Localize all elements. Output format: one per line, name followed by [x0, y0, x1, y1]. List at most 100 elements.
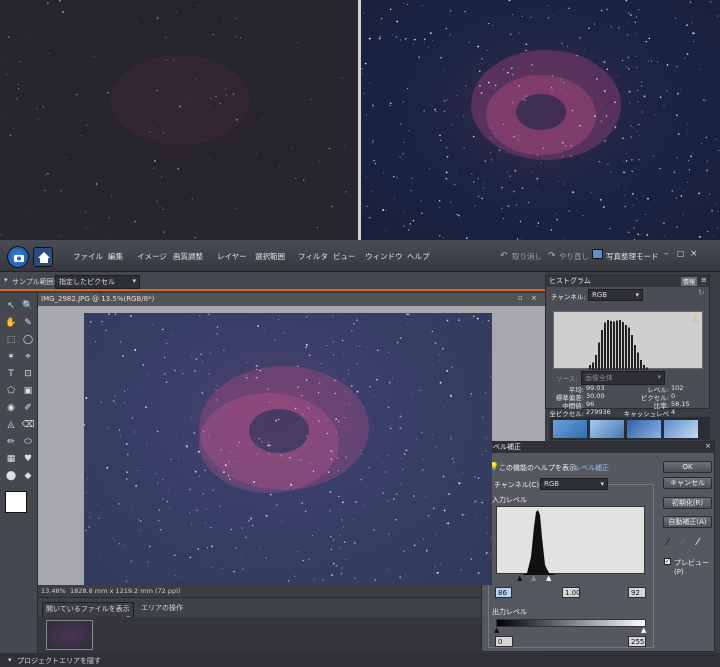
tool-icon[interactable]: ✎ — [21, 316, 35, 330]
tool-icon[interactable]: ⬭ — [21, 435, 35, 449]
doc-close-icon[interactable]: × — [531, 294, 537, 302]
tool-icon[interactable]: ✶ — [4, 350, 18, 364]
input-black-field[interactable]: 86 — [495, 587, 512, 598]
star — [485, 532, 488, 534]
menu-image[interactable]: イメージ — [137, 251, 167, 262]
tool-icon[interactable]: ✏ — [4, 435, 18, 449]
tool-icon[interactable]: ✋ — [4, 316, 18, 330]
tool-icon[interactable]: ◯ — [21, 333, 35, 347]
ok-button[interactable]: OK — [663, 461, 712, 473]
star — [440, 56, 442, 59]
auto-button[interactable]: 自動補正(A) — [663, 516, 712, 528]
tool-icon[interactable]: T — [4, 367, 18, 381]
menu-window[interactable]: ウィンドウ — [365, 251, 403, 262]
thumbnail[interactable] — [590, 420, 624, 438]
star — [502, 123, 504, 126]
area-actions-menu[interactable]: エリアの操作 — [141, 603, 183, 613]
tool-icon[interactable]: ⌖ — [21, 350, 35, 364]
input-gamma-field[interactable]: 1.00 — [562, 587, 581, 598]
cancel-button[interactable]: キャンセル — [663, 477, 712, 489]
star — [395, 493, 398, 495]
star — [447, 522, 450, 525]
camera-app-icon[interactable] — [7, 246, 29, 268]
panel-menu-icon[interactable]: ≡ — [701, 276, 707, 284]
organizer-button[interactable]: 写真整理モード — [606, 251, 659, 262]
collapse-icon[interactable]: ▾ — [8, 656, 12, 664]
tool-icon[interactable]: ▣ — [21, 384, 35, 398]
menu-enhance[interactable]: 画質調整 — [173, 251, 203, 262]
close-icon[interactable]: × — [690, 249, 698, 259]
redo-icon[interactable]: ↷ — [548, 251, 556, 261]
tool-icon[interactable]: ⬠ — [4, 384, 18, 398]
undo-button[interactable]: 取り消し — [512, 251, 542, 262]
source-dropdown[interactable]: 画像全体 ▾ — [581, 371, 665, 385]
thumbnail[interactable] — [664, 420, 698, 438]
white-eyedropper-icon[interactable]: ⁄ — [697, 537, 699, 548]
star — [621, 60, 624, 62]
minimize-icon[interactable]: – — [664, 249, 669, 259]
output-black-field[interactable]: 0 — [495, 636, 513, 647]
star — [536, 154, 539, 156]
tool-icon[interactable]: ♥ — [21, 452, 35, 466]
star — [146, 444, 148, 446]
thumbnail[interactable] — [553, 420, 587, 438]
hide-project-area-button[interactable]: プロジェクトエリアを隠す — [17, 656, 101, 666]
levels-channel-dropdown[interactable]: RGB ▾ — [540, 478, 608, 490]
menu-select[interactable]: 選択範囲 — [255, 251, 285, 262]
undo-icon[interactable]: ↶ — [500, 251, 508, 261]
tool-icon[interactable]: ◆ — [21, 469, 35, 483]
doc-minimize-icon[interactable]: ▫ — [518, 294, 523, 302]
tool-icon[interactable]: ⬚ — [4, 333, 18, 347]
tool-icon[interactable]: 🔍 — [21, 299, 35, 313]
gamma-slider[interactable]: ▲ — [531, 574, 536, 582]
black-point-slider[interactable]: ▲ — [517, 574, 522, 582]
organizer-icon[interactable] — [592, 249, 603, 259]
info-tab[interactable]: 情報 — [681, 277, 698, 286]
tool-icon[interactable]: ⊡ — [21, 367, 35, 381]
output-white-field[interactable]: 255 — [628, 636, 646, 647]
gray-eyedropper-icon[interactable]: ⁄ — [682, 537, 684, 548]
tool-icon[interactable]: ↖ — [4, 299, 18, 313]
dialog-close-icon[interactable]: × — [705, 442, 711, 450]
reset-button[interactable]: 初期化(R) — [663, 497, 712, 509]
star — [4, 58, 6, 60]
bin-thumbnail[interactable] — [46, 620, 93, 650]
menu-edit[interactable]: 編集 — [108, 251, 123, 262]
menu-layer[interactable]: レイヤー — [217, 251, 247, 262]
input-white-field[interactable]: 92 — [628, 587, 646, 598]
tool-icon[interactable]: ⌫ — [21, 418, 35, 432]
hist-channel-dropdown[interactable]: RGB ▾ — [588, 289, 643, 301]
document-tab[interactable]: IMG_2982.JPG @ 13.5%(RGB/8*) ▫ × — [38, 293, 545, 306]
menu-filter[interactable]: フィルタ — [298, 251, 328, 262]
star — [614, 126, 617, 128]
white-point-slider[interactable]: ▲ — [546, 574, 551, 582]
tool-icon[interactable]: ✐ — [21, 401, 35, 415]
nebula-photo[interactable] — [84, 313, 492, 585]
maximize-icon[interactable]: □ — [677, 249, 685, 258]
sample-dropdown[interactable]: 指定したピクセル ▾ — [55, 275, 140, 289]
black-eyedropper-icon[interactable]: ⁄ — [667, 537, 669, 548]
tool-icon[interactable]: ◉ — [4, 401, 18, 415]
home-icon[interactable] — [33, 247, 53, 267]
help-link[interactable]: レベル補正 — [574, 463, 609, 473]
refresh-icon[interactable]: ↻ — [698, 288, 705, 297]
star — [333, 379, 336, 382]
menu-view[interactable]: ビュー — [333, 251, 356, 262]
tool-icon[interactable]: ⬤ — [4, 469, 18, 483]
preview-checkbox[interactable]: ✓ — [664, 558, 671, 565]
redo-button[interactable]: やり直し — [559, 251, 589, 262]
star — [202, 493, 204, 495]
star — [219, 102, 221, 105]
menu-help[interactable]: ヘルプ — [407, 251, 430, 262]
output-black-slider[interactable]: ▲ — [494, 626, 499, 634]
star — [344, 417, 346, 419]
tool-icon[interactable]: ▦ — [4, 452, 18, 466]
thumbnail[interactable] — [627, 420, 661, 438]
menu-file[interactable]: ファイル — [73, 251, 103, 262]
foreground-color-swatch[interactable] — [5, 491, 27, 513]
output-white-slider[interactable]: ▲ — [641, 626, 646, 634]
tool-icon[interactable]: ◬ — [4, 418, 18, 432]
star — [389, 102, 392, 105]
options-menu-icon[interactable]: ▾ — [4, 276, 8, 284]
star — [403, 3, 405, 5]
